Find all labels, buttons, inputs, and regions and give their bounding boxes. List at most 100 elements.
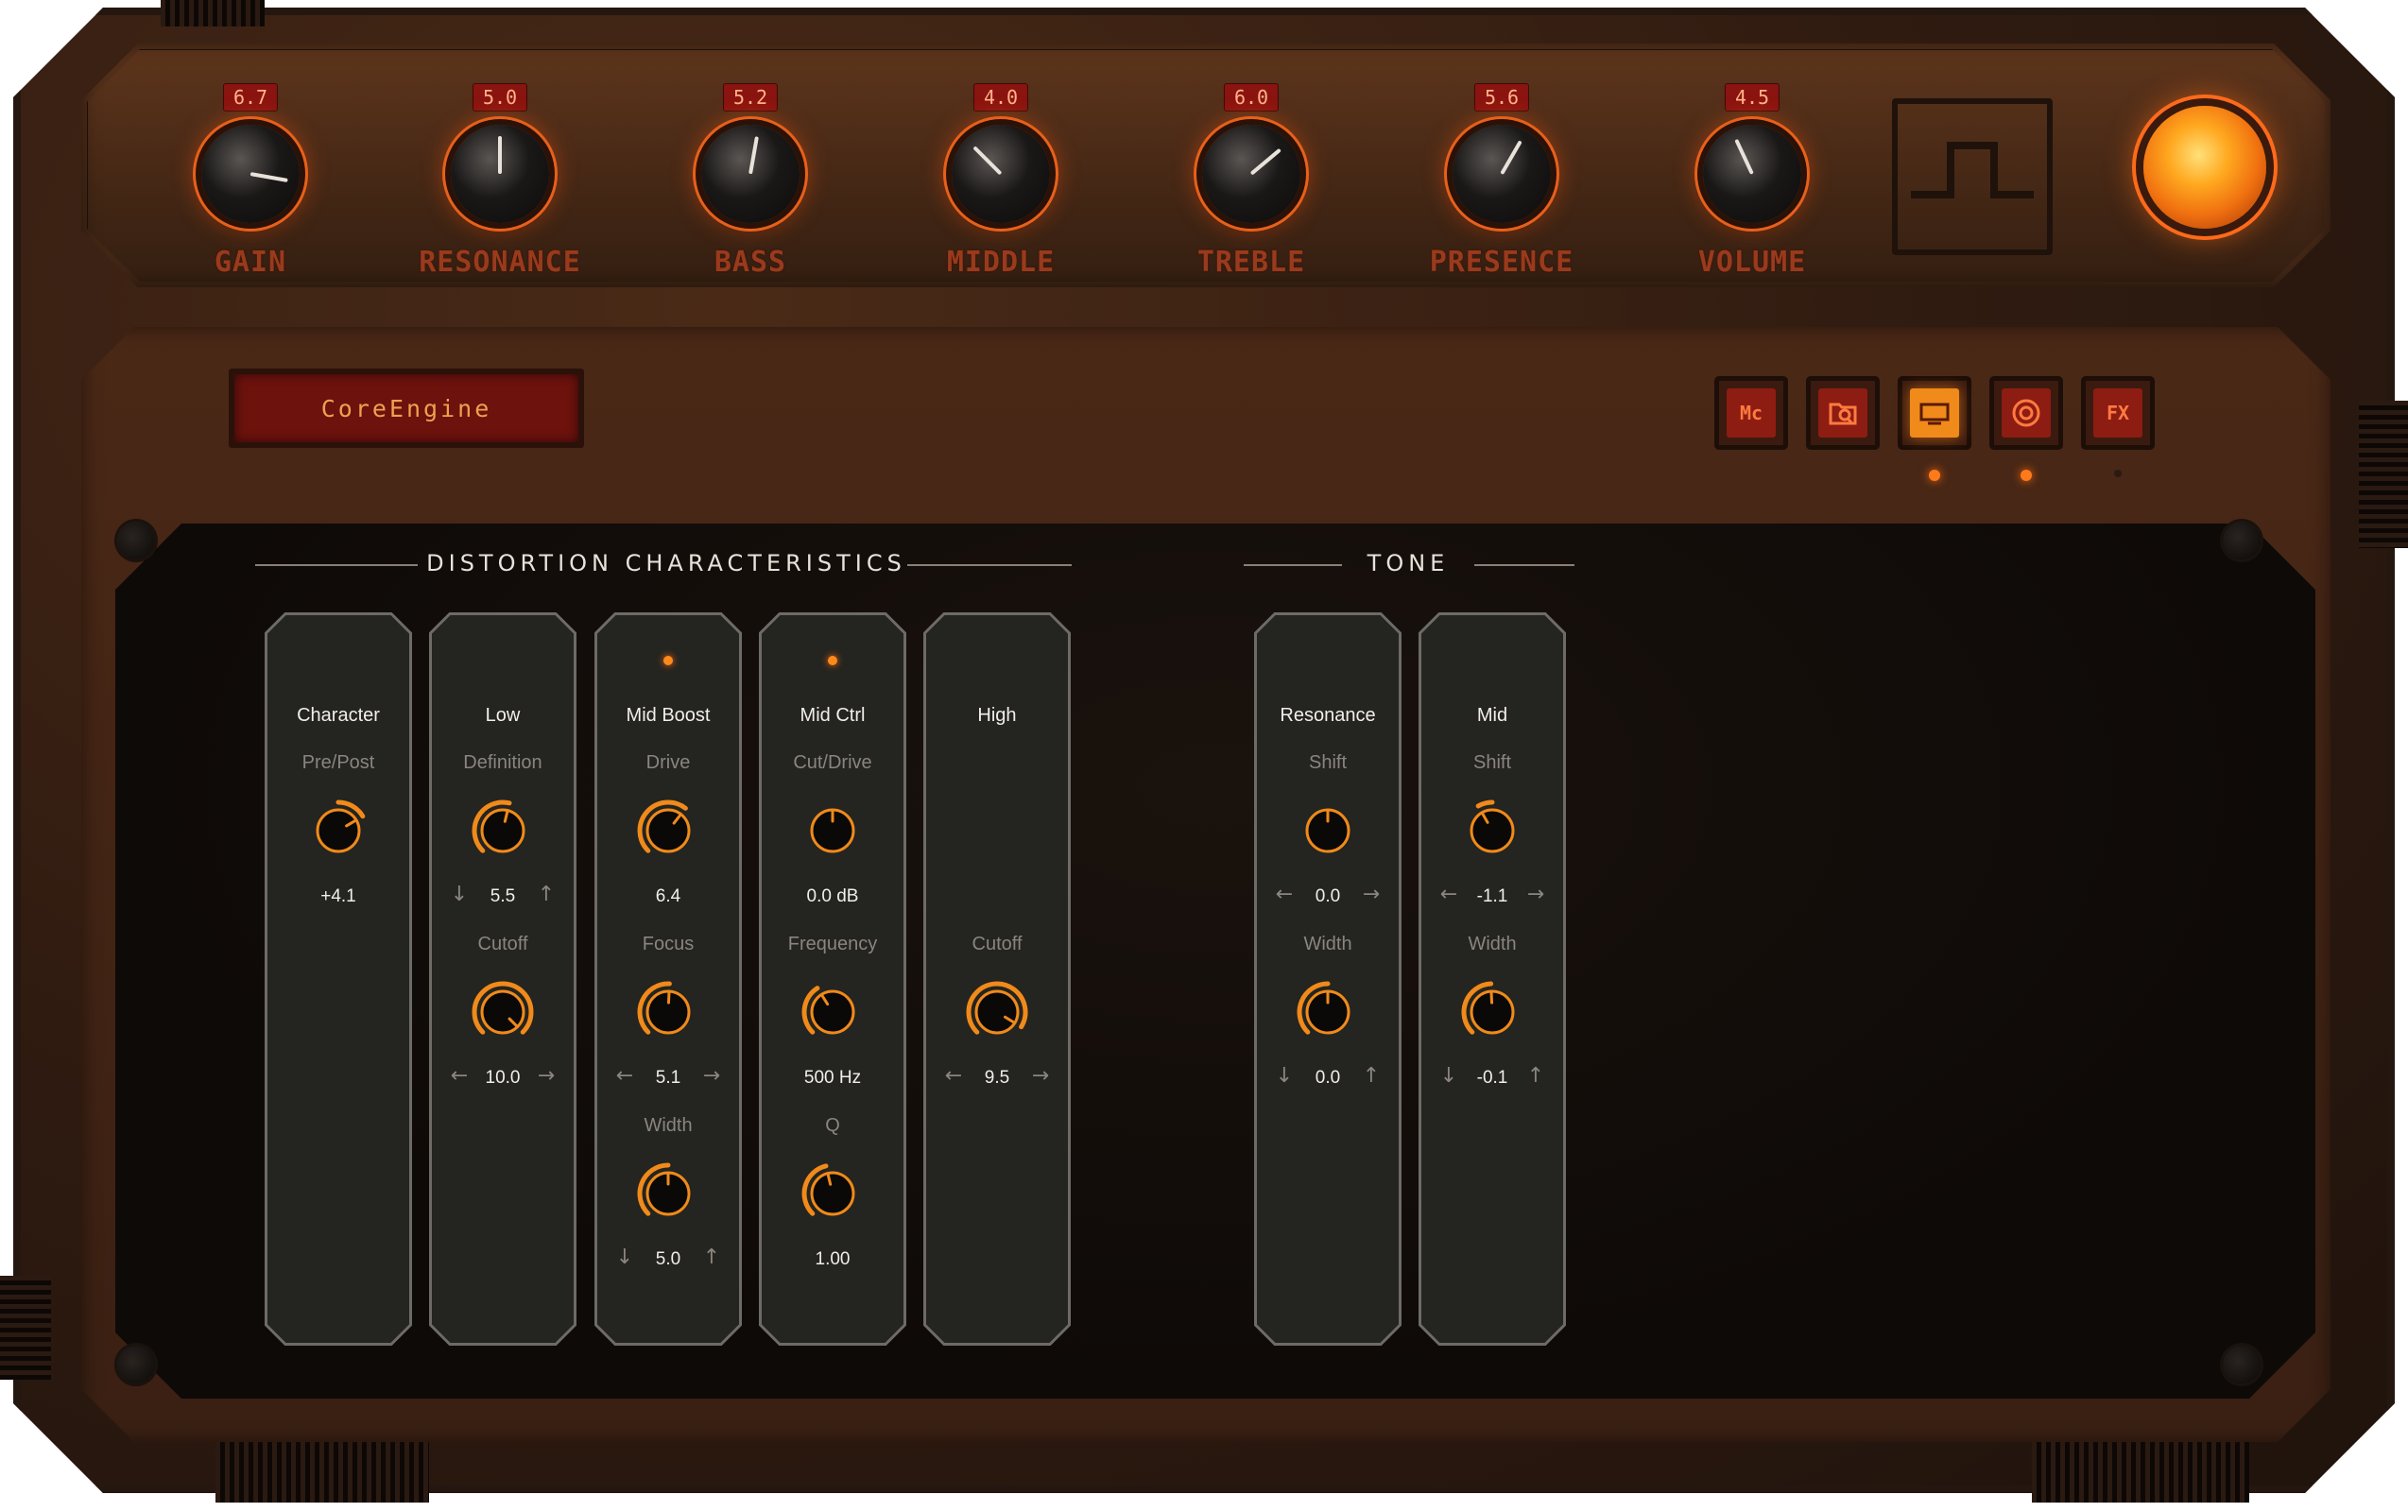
- mode-led: [2114, 470, 2122, 477]
- param-label: Q: [825, 1115, 840, 1136]
- param-label: Width: [1468, 934, 1517, 954]
- engine-display[interactable]: CoreEngine: [229, 369, 584, 448]
- arrow-right-icon[interactable]: →: [535, 1064, 558, 1088]
- param-value: +4.1: [320, 886, 356, 906]
- param-label: Cut/Drive: [793, 752, 872, 773]
- screw-top-right: [2223, 522, 2261, 559]
- tone-rule-right: [1474, 564, 1574, 566]
- amp-knob-resonance: 5.0 RESONANCE: [391, 83, 609, 291]
- arrow-left-icon[interactable]: ←: [613, 1064, 636, 1088]
- param-knob[interactable]: [633, 1159, 703, 1232]
- param-knob[interactable]: [468, 796, 538, 869]
- display-icon: [1910, 388, 1959, 438]
- param-knob[interactable]: [1457, 796, 1527, 869]
- mode-led: [1929, 470, 1940, 481]
- mode-button-folder-search[interactable]: [1806, 376, 1880, 450]
- mode-button-display[interactable]: [1898, 376, 1971, 450]
- param-knob[interactable]: [633, 796, 703, 869]
- amp-knob-value: 5.0: [472, 83, 528, 112]
- param-knob[interactable]: [1457, 977, 1527, 1051]
- param-value: 0.0 dB: [806, 886, 859, 906]
- amp-knob-presence: 5.6 PRESENCE: [1393, 83, 1610, 291]
- power-button[interactable]: [2143, 106, 2266, 229]
- amp-knob-dial[interactable]: [952, 125, 1050, 223]
- arrow-up-icon[interactable]: ↑: [700, 1246, 723, 1269]
- param-knob[interactable]: [633, 977, 703, 1051]
- amp-knob-value: 4.0: [972, 83, 1029, 112]
- arrow-up-icon[interactable]: ↑: [1524, 1064, 1547, 1088]
- param-knob[interactable]: [798, 1159, 868, 1232]
- strip-title: Low: [485, 705, 521, 726]
- param-label: Drive: [645, 752, 691, 773]
- param-knob[interactable]: [303, 796, 373, 869]
- left-vent: [0, 1276, 51, 1380]
- amp-knob-middle: 4.0 MIDDLE: [892, 83, 1109, 291]
- param-label: Focus: [642, 934, 695, 954]
- param-knob[interactable]: [962, 977, 1032, 1051]
- amp-knob-label: MIDDLE: [946, 246, 1056, 279]
- amp-knob-label: VOLUME: [1697, 246, 1807, 279]
- arrow-down-icon[interactable]: ↓: [1437, 1064, 1460, 1088]
- param-value: 500 Hz: [803, 1068, 862, 1088]
- mc-icon: Mc: [1727, 388, 1776, 438]
- arrow-left-icon[interactable]: ←: [448, 1064, 471, 1088]
- amp-knob-bass: 5.2 BASS: [642, 83, 859, 291]
- arrow-up-icon[interactable]: ↑: [535, 883, 558, 906]
- mode-button-mc[interactable]: Mc: [1714, 376, 1788, 450]
- distortion-rule-right: [907, 564, 1072, 566]
- arrow-right-icon[interactable]: →: [700, 1064, 723, 1088]
- arrow-down-icon[interactable]: ↓: [613, 1246, 636, 1269]
- strip-active-led: [663, 656, 673, 665]
- param-label: Frequency: [787, 934, 878, 954]
- mode-button-fx[interactable]: FX: [2081, 376, 2155, 450]
- param-label: Shift: [1472, 752, 1512, 773]
- param-label: Shift: [1308, 752, 1348, 773]
- arrow-left-icon[interactable]: ←: [1273, 883, 1296, 906]
- amp-knob-dial[interactable]: [1453, 125, 1551, 223]
- param-knob[interactable]: [1293, 977, 1363, 1051]
- screw-bottom-left: [117, 1346, 155, 1383]
- arrow-down-icon[interactable]: ↓: [448, 883, 471, 906]
- folder-search-icon: [1818, 388, 1867, 438]
- arrow-right-icon[interactable]: →: [1524, 883, 1547, 906]
- param-label: Width: [644, 1115, 693, 1136]
- param-knob[interactable]: [798, 977, 868, 1051]
- screw-bottom-right: [2223, 1346, 2261, 1383]
- arrow-left-icon[interactable]: ←: [942, 1064, 965, 1088]
- amp-knob-value: 6.0: [1223, 83, 1280, 112]
- param-value: 6.4: [655, 886, 681, 906]
- param-knob[interactable]: [468, 977, 538, 1051]
- tone-rule-left: [1244, 564, 1342, 566]
- screw-top-left: [117, 522, 155, 559]
- amp-knob-dial[interactable]: [1703, 125, 1801, 223]
- param-label: Cutoff: [972, 934, 1023, 954]
- amp-knob-label: BASS: [714, 246, 787, 279]
- arrow-right-icon[interactable]: →: [1360, 883, 1383, 906]
- amp-knob-dial[interactable]: [451, 125, 549, 223]
- strip-title: Character: [297, 705, 380, 726]
- arrow-up-icon[interactable]: ↑: [1360, 1064, 1383, 1088]
- strip-active-led: [828, 656, 837, 665]
- amp-knob-label: PRESENCE: [1429, 246, 1574, 279]
- amp-knob-value: 5.2: [722, 83, 779, 112]
- top-vent: [161, 0, 265, 26]
- arrow-right-icon[interactable]: →: [1029, 1064, 1052, 1088]
- param-label: Width: [1303, 934, 1352, 954]
- arrow-down-icon[interactable]: ↓: [1273, 1064, 1296, 1088]
- strip-title: High: [977, 705, 1017, 726]
- strip-title: Mid Ctrl: [800, 705, 866, 726]
- amp-knob-label: TREBLE: [1196, 246, 1306, 279]
- amp-knob-dial[interactable]: [701, 125, 800, 223]
- amp-knob-treble: 6.0 TREBLE: [1143, 83, 1360, 291]
- amp-knob-dial[interactable]: [201, 125, 300, 223]
- right-vent: [2359, 401, 2408, 548]
- strip-title: Mid Boost: [626, 705, 711, 726]
- mode-led: [2021, 470, 2032, 481]
- mode-button-speaker[interactable]: [1989, 376, 2063, 450]
- arrow-left-icon[interactable]: ←: [1437, 883, 1460, 906]
- param-knob[interactable]: [1293, 796, 1363, 869]
- tone-section-title: TONE: [1367, 550, 1450, 576]
- amp-knob-dial[interactable]: [1202, 125, 1300, 223]
- param-knob[interactable]: [798, 796, 868, 869]
- strip-title: Mid: [1476, 705, 1508, 726]
